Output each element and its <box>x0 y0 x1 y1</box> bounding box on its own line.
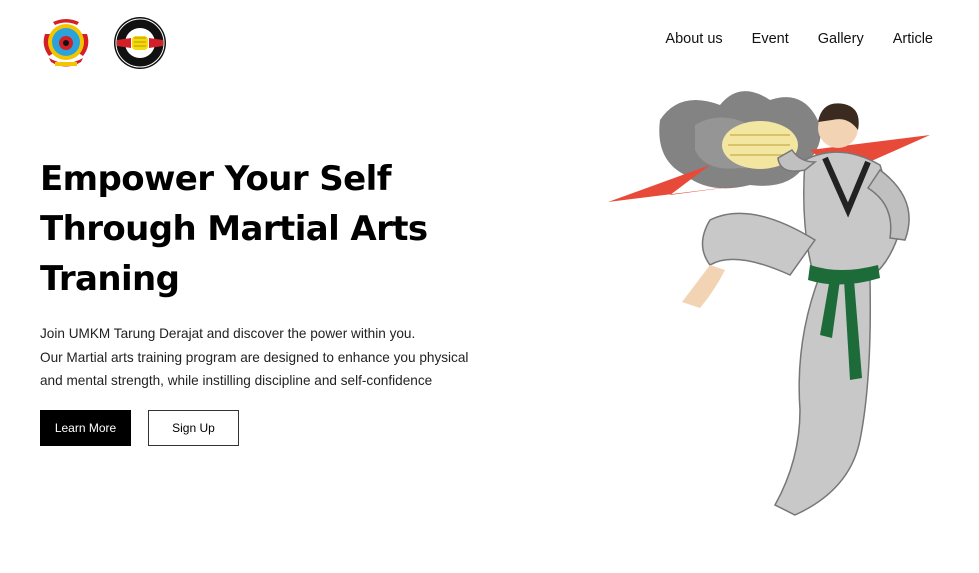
sign-up-button[interactable]: Sign Up <box>148 410 239 446</box>
hero-description: Join UMKM Tarung Derajat and discover th… <box>40 322 468 393</box>
main-nav: About us Event Gallery Article <box>665 30 933 48</box>
hero-description-line-2: Our Martial arts training program are de… <box>40 349 469 365</box>
learn-more-button[interactable]: Learn More <box>40 410 131 446</box>
hero-title-line-1: Empower Your Self <box>40 159 391 199</box>
hero-description-line-1: Join UMKM Tarung Derajat and discover th… <box>40 326 416 341</box>
nav-event[interactable]: Event <box>752 30 789 48</box>
hero-description-line-3: and mental strength, while instilling di… <box>40 373 433 388</box>
nav-article[interactable]: Article <box>893 30 933 48</box>
hero-title-line-2: Through Martial Arts <box>40 209 428 249</box>
nav-about-us[interactable]: About us <box>665 30 722 48</box>
organization-logo[interactable] <box>41 16 91 70</box>
hero-title: Empower Your Self Through Martial Arts T… <box>40 154 428 304</box>
martial-artist-kick-icon <box>608 91 930 516</box>
tarung-derajat-logo[interactable] <box>113 16 167 70</box>
hero-title-line-3: Traning <box>40 259 180 299</box>
organization-emblem-icon <box>43 19 89 67</box>
martial-artist-illustration <box>600 80 940 525</box>
tarung-derajat-emblem-icon <box>114 17 166 69</box>
nav-gallery[interactable]: Gallery <box>818 30 864 48</box>
